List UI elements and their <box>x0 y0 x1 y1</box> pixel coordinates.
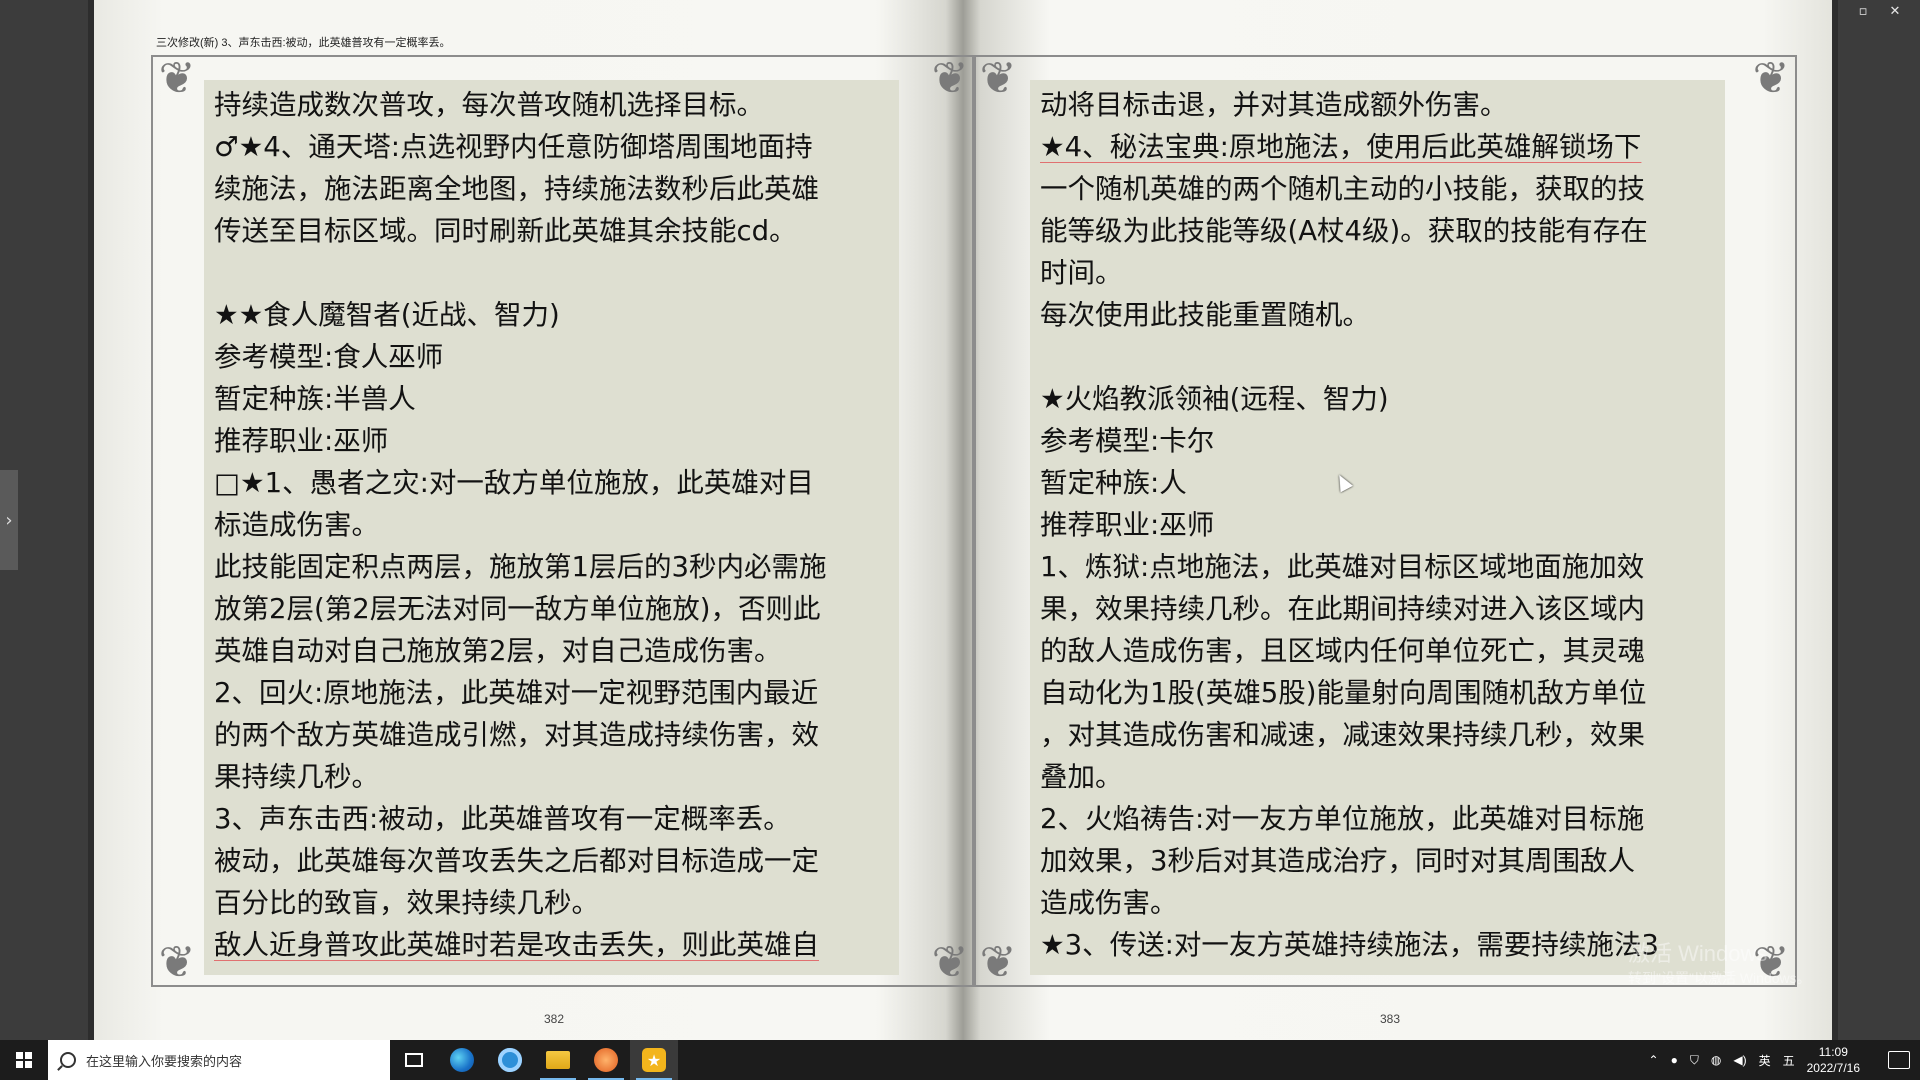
language-indicator[interactable]: 英 <box>1759 1052 1771 1069</box>
text-line: 放第2层(第2层无法对同一敌方单位施放)，否则此 <box>214 593 821 625</box>
system-tray: ⌃ ● ⛉ ◍ ◀) 英 五 11:09 2022/7/16 <box>1649 1044 1920 1076</box>
taskbar-clock[interactable]: 11:09 2022/7/16 <box>1807 1044 1860 1076</box>
text-line: 每次使用此技能重置随机。 <box>1040 299 1370 331</box>
taskbar-app-ie[interactable] <box>486 1040 534 1080</box>
text-line: 续施法，施法距离全地图，持续施法数秒后此英雄 <box>214 173 819 205</box>
taskbar-app-explorer[interactable] <box>534 1040 582 1080</box>
text-line: 敌人近身普攻此英雄时若是攻击丢失，则此英雄自 <box>214 929 819 961</box>
text-line: ，对其造成伤害和减速，减速效果持续几秒，效果 <box>1040 719 1645 751</box>
task-view-icon <box>405 1053 423 1067</box>
volume-icon[interactable]: ◀) <box>1733 1053 1746 1067</box>
text-line: 标造成伤害。 <box>214 509 379 541</box>
text-line: 传送至目标区域。同时刷新此英雄其余技能cd。 <box>214 215 797 247</box>
text-line: 果，效果持续几秒。在此期间持续对进入该区域内 <box>1040 593 1645 625</box>
text-line: ★4、秘法宝典:原地施法，使用后此英雄解锁场下 <box>1040 131 1642 163</box>
text-line: 叠加。 <box>1040 761 1123 793</box>
ornament-icon: ❦ <box>979 53 1017 104</box>
ornament-icon: ❦ <box>979 937 1017 988</box>
text-line: 推荐职业:巫师 <box>1040 509 1215 541</box>
star-app-icon: ★ <box>642 1048 666 1072</box>
text-line: 2、火焰祷告:对一友方单位施放，此英雄对目标施 <box>1040 803 1645 835</box>
clock-date: 2022/7/16 <box>1806 1061 1860 1075</box>
text-line: 3、声东击西:被动，此英雄普攻有一定概率丢。 <box>214 803 791 835</box>
activation-watermark: 激活 Windows 转到"设置"以激活 Windows。 <box>1628 942 1811 990</box>
text-line: ★★食人魔智者(近战、智力) <box>214 299 560 331</box>
text-line: 造成伤害。 <box>1040 887 1178 919</box>
ime-indicator[interactable]: 五 <box>1783 1052 1795 1069</box>
page-number-right: 383 <box>1380 1012 1401 1026</box>
text-line: 的敌人造成伤害，且区域内任何单位死亡，其灵魂 <box>1040 635 1645 667</box>
text-line: ★3、传送:对一友方英雄持续施法，需要持续施法3 <box>1040 929 1659 961</box>
page-number-left: 382 <box>544 1012 565 1026</box>
taskbar-app-star[interactable]: ★ <box>630 1040 678 1080</box>
text-line: 推荐职业:巫师 <box>214 425 389 457</box>
chevron-right-icon: › <box>5 509 13 531</box>
watermark-subtitle: 转到"设置"以激活 Windows。 <box>1628 970 1811 986</box>
text-line: 1、炼狱:点地施法，此英雄对目标区域地面施加效 <box>1040 551 1645 583</box>
text-line: 时间。 <box>1040 257 1123 289</box>
book-viewer: 三次修改(新) 3、声东击西:被动，此英雄普攻有一定概率丢。 ❦ ❦ ❦ ❦ ❦… <box>88 0 1838 1040</box>
security-shield-icon[interactable]: ⛉ <box>1690 1053 1699 1068</box>
clock-time: 11:09 <box>1818 1045 1848 1059</box>
text-line: 参考模型:卡尔 <box>1040 425 1215 457</box>
text-line: 一个随机英雄的两个随机主动的小技能，获取的技 <box>1040 173 1645 205</box>
page-header: 三次修改(新) 3、声东击西:被动，此英雄普攻有一定概率丢。 <box>156 37 451 49</box>
text-line: 暂定种族:人 <box>1040 467 1187 499</box>
text-line: 2、回火:原地施法，此英雄对一定视野范围内最近 <box>214 677 819 709</box>
internet-explorer-icon <box>498 1048 522 1072</box>
folder-icon <box>546 1051 570 1069</box>
taskbar-search[interactable]: 在这里输入你要搜索的内容 <box>48 1040 390 1080</box>
text-line: 自动化为1股(英雄5股)能量射向周围随机敌方单位 <box>1040 677 1647 709</box>
text-line: 果持续几秒。 <box>214 761 379 793</box>
text-line: 持续造成数次普攻，每次普攻随机选择目标。 <box>214 89 764 121</box>
text-line: 被动，此英雄每次普攻丢失之后都对目标造成一定 <box>214 845 819 877</box>
search-placeholder: 在这里输入你要搜索的内容 <box>86 1053 243 1069</box>
close-button[interactable]: ✕ <box>1888 4 1902 19</box>
reader-app-icon <box>594 1048 618 1072</box>
text-line: 此技能固定积点两层，施放第1层后的3秒内必需施 <box>214 551 827 583</box>
side-panel-toggle[interactable]: › <box>0 470 18 570</box>
text-line: ★火焰教派领袖(远程、智力) <box>1040 383 1389 415</box>
text-line <box>1040 336 1715 378</box>
ornament-icon: ❦ <box>1752 53 1790 104</box>
network-icon[interactable]: ◍ <box>1711 1053 1721 1067</box>
start-button[interactable] <box>0 1040 48 1080</box>
text-line: 参考模型:食人巫师 <box>214 341 444 373</box>
taskbar-app-edge[interactable] <box>438 1040 486 1080</box>
text-line: ♂★4、通天塔:点选视野内任意防御塔周围地面持 <box>214 131 813 163</box>
text-line: 加效果，3秒后对其造成治疗，同时对其周围敌人 <box>1040 845 1635 877</box>
ornament-icon: ❦ <box>158 53 196 104</box>
edge-icon <box>450 1048 474 1072</box>
left-page-text: 持续造成数次普攻，每次普攻随机选择目标。 ♂★4、通天塔:点选视野内任意防御塔周… <box>204 80 899 975</box>
text-line: 的两个敌方英雄造成引燃，对其造成持续伤害，效 <box>214 719 819 751</box>
ornament-icon: ❦ <box>158 937 196 988</box>
windows-logo-icon <box>16 1052 32 1068</box>
search-icon <box>60 1052 76 1068</box>
text-line <box>214 252 889 294</box>
text-line: 百分比的致盲，效果持续几秒。 <box>214 887 599 919</box>
chevron-up-icon[interactable]: ⌃ <box>1649 1053 1659 1067</box>
watermark-title: 激活 Windows <box>1628 941 1768 966</box>
notification-icon[interactable] <box>1888 1051 1910 1069</box>
taskbar: 在这里输入你要搜索的内容 ★ ⌃ ● ⛉ ◍ ◀) 英 五 11:09 2022… <box>0 1040 1920 1080</box>
text-line: 动将目标击退，并对其造成额外伤害。 <box>1040 89 1508 121</box>
task-view-button[interactable] <box>390 1040 438 1080</box>
text-line: 英雄自动对自己施放第2层，对自己造成伤害。 <box>214 635 782 667</box>
maximize-button[interactable]: ▫ <box>1856 4 1870 19</box>
text-line: □★1、愚者之灾:对一敌方单位施放，此英雄对目 <box>214 467 814 499</box>
microphone-icon[interactable]: ● <box>1671 1053 1678 1067</box>
text-line: 能等级为此技能等级(A杖4级)。获取的技能有存在 <box>1040 215 1648 247</box>
text-line: 暂定种族:半兽人 <box>214 383 416 415</box>
taskbar-app-reader[interactable] <box>582 1040 630 1080</box>
right-page-text: 动将目标击退，并对其造成额外伤害。 ★4、秘法宝典:原地施法，使用后此英雄解锁场… <box>1030 80 1725 975</box>
